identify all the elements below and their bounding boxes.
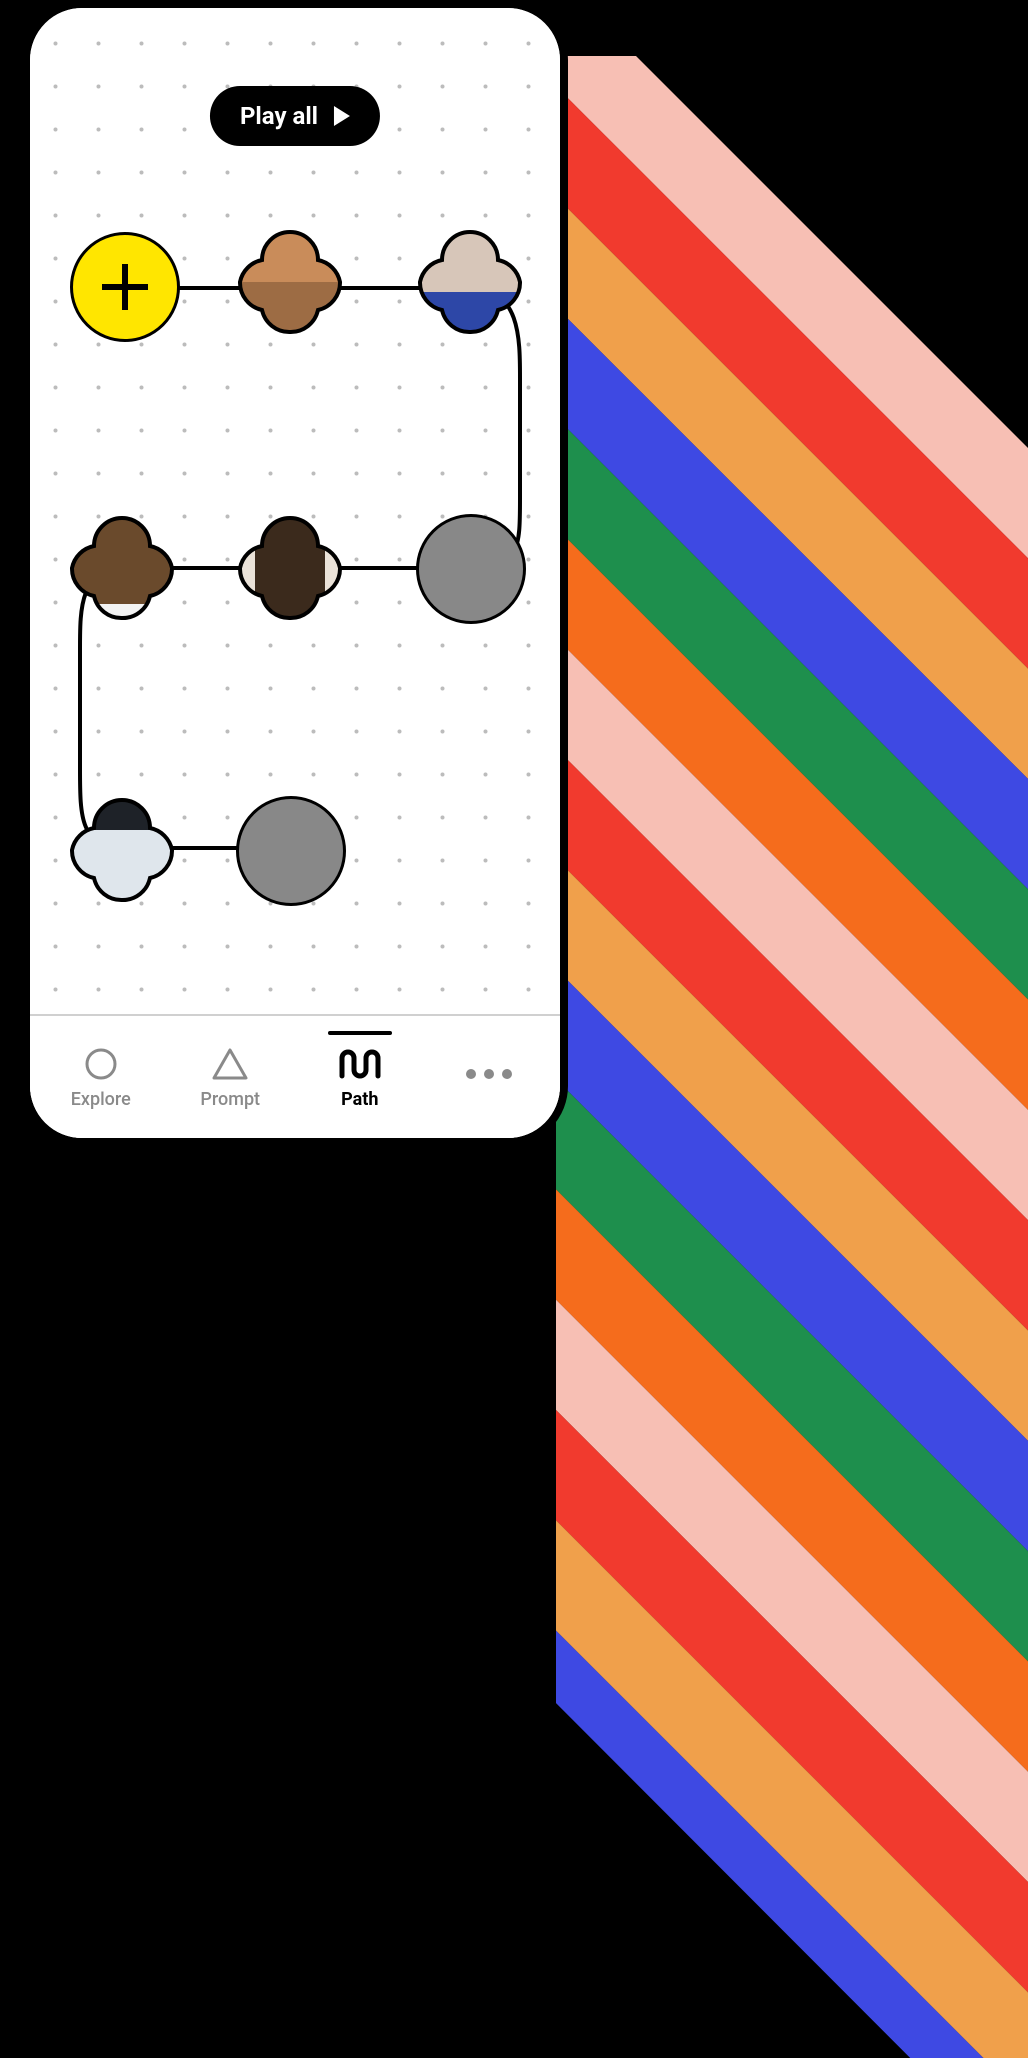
tab-label: Explore xyxy=(71,1089,131,1110)
tab-bar: Explore Prompt Path xyxy=(30,1014,560,1138)
path-node[interactable] xyxy=(416,514,526,624)
triangle-icon xyxy=(211,1045,249,1083)
play-all-button[interactable]: Play all xyxy=(210,86,380,146)
avatar xyxy=(62,508,182,628)
wave-icon xyxy=(338,1045,382,1083)
path-node[interactable] xyxy=(230,508,350,628)
tab-prompt[interactable]: Prompt xyxy=(175,1045,285,1110)
play-icon xyxy=(334,106,350,126)
more-icon xyxy=(466,1055,512,1093)
play-all-label: Play all xyxy=(240,102,318,130)
avatar xyxy=(62,790,182,910)
path-node[interactable] xyxy=(236,796,346,906)
circle-icon xyxy=(84,1045,118,1083)
avatar xyxy=(236,796,346,906)
path-node[interactable] xyxy=(230,222,350,342)
phone-frame: Play all xyxy=(22,0,568,1146)
avatar xyxy=(230,508,350,628)
dot-grid-canvas[interactable]: Play all xyxy=(30,8,560,1138)
avatar xyxy=(410,222,530,342)
avatar xyxy=(230,222,350,342)
tab-label: Prompt xyxy=(200,1089,260,1110)
path-node[interactable] xyxy=(410,222,530,342)
tab-more[interactable] xyxy=(434,1055,544,1099)
tab-explore[interactable]: Explore xyxy=(46,1045,156,1110)
avatar xyxy=(416,514,526,624)
path-node[interactable] xyxy=(62,508,182,628)
add-node-button[interactable] xyxy=(70,232,180,342)
screen: Play all xyxy=(30,8,560,1138)
plus-icon xyxy=(102,264,148,310)
tab-label: Path xyxy=(341,1089,378,1110)
tab-path[interactable]: Path xyxy=(305,1045,415,1110)
path-node[interactable] xyxy=(62,790,182,910)
